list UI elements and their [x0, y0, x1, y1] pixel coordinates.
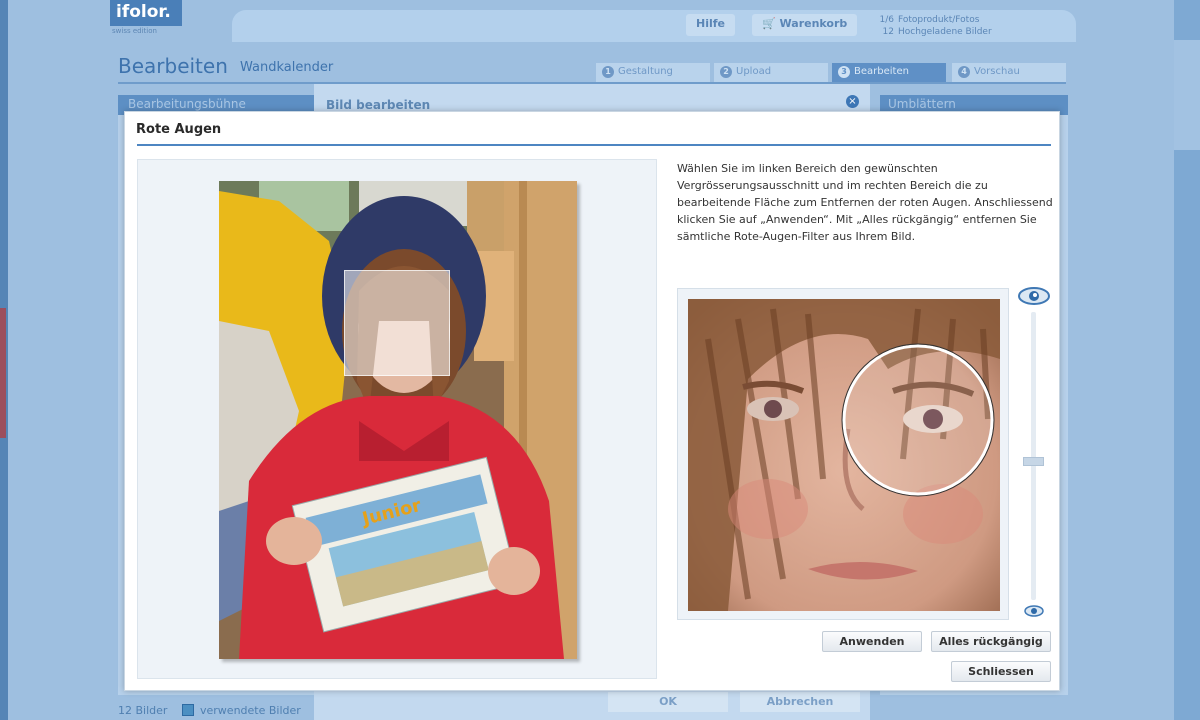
upload-stats: 1/6 Fotoprodukt/Fotos 12 Hochgeladene Bild…: [870, 14, 992, 38]
stat-products: 1/6 Fotoprodukt/Fotos: [879, 15, 980, 25]
image-count: 12 Bilder: [118, 704, 168, 717]
zoom-in-eye-icon[interactable]: [1018, 287, 1050, 305]
stat-uploaded: 12 Hochgeladene Bilder: [882, 27, 992, 37]
zoom-slider-thumb[interactable]: [1023, 457, 1044, 466]
close-button[interactable]: Schliessen: [951, 661, 1051, 682]
scrollbar[interactable]: [1174, 40, 1200, 150]
page-title: Bearbeiten: [118, 54, 228, 78]
ifolor-logo[interactable]: ifolor.: [110, 0, 182, 26]
zoom-selection-rectangle[interactable]: [344, 270, 450, 376]
step-vorschau[interactable]: 4 Vorschau: [952, 63, 1066, 82]
dialog-divider: [137, 144, 1051, 146]
used-images-legend: verwendete Bilder: [200, 704, 301, 717]
dialog-title: Rote Augen: [136, 122, 222, 137]
photo-preview[interactable]: Junior: [219, 181, 577, 659]
ok-button[interactable]: OK: [608, 692, 728, 712]
zoom-view-frame: [677, 288, 1009, 620]
help-button[interactable]: Hilfe: [686, 14, 735, 36]
used-images-swatch: [182, 704, 194, 716]
undo-all-button[interactable]: Alles rückgängig: [931, 631, 1051, 652]
zoom-out-eye-icon[interactable]: [1024, 602, 1044, 617]
cancel-button[interactable]: Abbrechen: [740, 692, 860, 712]
step-gestaltung[interactable]: 1 Gestaltung: [596, 63, 710, 82]
close-icon[interactable]: ×: [846, 95, 859, 108]
zoom-slider-track[interactable]: [1031, 312, 1036, 600]
logo-tagline: swiss edition: [112, 27, 157, 35]
edit-image-title: Bild bearbeiten: [326, 98, 431, 112]
photo-preview-area: Junior: [137, 159, 657, 679]
cart-icon: 🛒: [762, 17, 780, 30]
red-eye-dialog: Rote Augen Junior Wählen Sie im linken B…: [124, 111, 1060, 691]
zoomed-face: [688, 299, 1000, 611]
instructions-text: Wählen Sie im linken Bereich den gewünsc…: [677, 162, 1053, 243]
zoom-view[interactable]: [688, 299, 1000, 611]
step-bearbeiten[interactable]: 3 Bearbeiten: [832, 63, 946, 82]
cart-button[interactable]: 🛒 Warenkorb: [752, 14, 858, 36]
page-subtitle: Wandkalender: [240, 60, 334, 75]
step-upload[interactable]: 2 Upload: [714, 63, 828, 82]
window-edge-marker: [0, 308, 6, 438]
apply-button[interactable]: Anwenden: [822, 631, 922, 652]
cart-label: Warenkorb: [779, 17, 848, 30]
photo-illustration: Junior: [219, 181, 577, 659]
